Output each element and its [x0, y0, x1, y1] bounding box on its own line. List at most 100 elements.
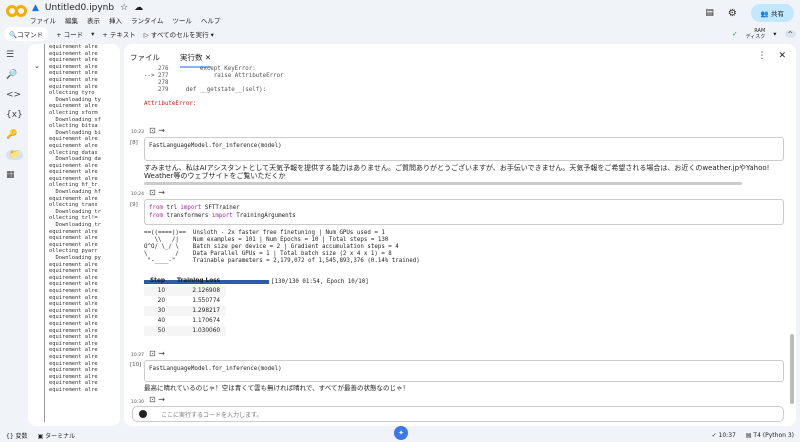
cell-output-icons[interactable]: ⊡ ⇝	[149, 126, 165, 135]
cell-number: [8]	[130, 140, 138, 146]
log-line: equirement alre	[49, 327, 98, 334]
menu-help[interactable]: ヘルプ	[201, 15, 221, 25]
run-all-button[interactable]: ▷ すべてのセルを実行 ▾	[144, 29, 214, 39]
log-line: equirement alre	[49, 76, 98, 83]
table-icon[interactable]: ▦	[6, 170, 23, 180]
vertical-scrollbar[interactable]	[790, 334, 794, 404]
log-line: Downloading da	[49, 156, 101, 163]
more-vert-icon[interactable]: ⋮	[757, 51, 766, 61]
resource-dropdown[interactable]: ▾	[773, 30, 776, 38]
log-line: equirement alre	[49, 103, 98, 110]
cell-output-icons[interactable]: ⊡ ⇝	[149, 188, 165, 197]
log-line: equirement alre	[49, 281, 98, 288]
code-cell[interactable]: FastLanguageModel.for_inference(model)	[144, 360, 784, 382]
people-icon: 👥	[760, 10, 771, 18]
menu-runtime[interactable]: ランタイム	[131, 15, 163, 25]
code-snippets-icon[interactable]: <>	[6, 90, 23, 100]
log-line: equirement alre	[49, 142, 98, 149]
log-line: ollecting hf_tr	[49, 182, 98, 189]
cell-output: 最高に晴れているのじゃ！空は青くて雲も無ければ晴れで、すべてが最善の状態なのじゃ…	[144, 384, 409, 392]
menu-bar: ファイル 編集 表示 挿入 ランタイム ツール ヘルプ	[30, 15, 220, 25]
log-line: ollecting pyarr	[49, 248, 98, 255]
log-line: equirement alre	[49, 268, 98, 275]
table-row: 20 1.550774	[157, 298, 221, 304]
comment-icon[interactable]: ▤	[705, 8, 714, 18]
log-line: Downloading tr	[49, 208, 101, 215]
log-line: equirement alre	[49, 162, 98, 169]
close-tab-icon[interactable]: ✕	[205, 53, 211, 62]
code-cell[interactable]: from trl import SFTTrainer from transfor…	[144, 199, 784, 225]
log-line: equirement alre	[49, 380, 98, 387]
secrets-icon[interactable]: 🔑	[6, 130, 23, 140]
log-line: equirement alre	[49, 287, 98, 294]
menu-view[interactable]: 表示	[87, 15, 100, 25]
new-code-input[interactable]: ここに実行するコードを入力します。	[132, 406, 784, 422]
share-button[interactable]: 👥 共有	[750, 4, 794, 22]
chevron-down-icon[interactable]: ⌄	[34, 62, 40, 70]
log-line: equirement alre	[49, 228, 98, 235]
close-panel-icon[interactable]: ✕	[778, 51, 786, 61]
log-line: Downloading xf	[49, 116, 101, 123]
cell-timestamp: 10:23	[131, 130, 144, 135]
log-line: ollecting trl!=	[49, 215, 98, 222]
terminal-button[interactable]: ▣ ターミナル	[38, 431, 76, 440]
cell-timestamp: 10:30	[131, 400, 144, 405]
training-loss-table: Step Training Loss 10 2.126908 20 1.550774 …	[144, 276, 227, 336]
horizontal-scrollbar[interactable]	[144, 182, 742, 185]
add-text-button[interactable]: + テキスト	[102, 29, 135, 39]
run-cell-button[interactable]	[139, 410, 147, 418]
last-run-status[interactable]: ✓ 10:37	[712, 432, 736, 439]
log-line: ollecting tyro	[49, 90, 95, 97]
folder-icon[interactable]: 📁	[6, 150, 24, 160]
notebook-title[interactable]: Untitled0.ipynb	[45, 3, 114, 13]
table-row: 30 1.298217	[144, 306, 227, 316]
add-code-dropdown[interactable]: ▾	[91, 30, 94, 38]
log-line: equirement alre	[49, 63, 98, 70]
menu-file[interactable]: ファイル	[30, 15, 56, 25]
variables-icon[interactable]: {x}	[6, 110, 23, 120]
colab-logo[interactable]	[6, 5, 27, 19]
cell-number: [10]	[130, 362, 142, 368]
log-line: ollecting trans	[49, 202, 98, 209]
log-line: equirement alre	[49, 353, 98, 360]
gear-icon[interactable]: ⚙	[728, 8, 737, 19]
add-code-button[interactable]: + コード	[56, 29, 83, 39]
cell-output-icons[interactable]: ⊡ ⇝	[149, 395, 165, 404]
variables-button[interactable]: {} 変数	[6, 431, 28, 440]
log-line: ollecting datas	[49, 149, 98, 156]
log-line: equirement alre	[49, 44, 98, 50]
log-line: equirement alre	[49, 274, 98, 281]
toc-icon[interactable]: ☰	[6, 50, 23, 60]
resource-monitor[interactable]: RAM ディスク	[746, 28, 766, 40]
pip-install-log: equirement alre equirement alre equirement…	[44, 44, 118, 422]
log-line: equirement alre	[49, 70, 98, 77]
log-line: Downloading tr	[49, 222, 101, 229]
drive-icon: ▲	[32, 3, 39, 13]
command-palette-button[interactable]: 🔍コマンド	[4, 27, 49, 41]
log-line: equirement alre	[49, 340, 98, 347]
log-line: equirement alre	[49, 320, 98, 327]
cell-output-icons[interactable]: ⊡ ⇝	[149, 349, 165, 358]
code-cell[interactable]: FastLanguageModel.for_inference(model)	[144, 137, 784, 161]
executions-panel: ファイル 実行数 ✕ ⋮ ✕ 276 except KeyError: --> 27…	[124, 44, 796, 426]
log-line: equirement alre	[49, 301, 98, 308]
cloud-icon: ☁	[134, 3, 144, 13]
menu-tools[interactable]: ツール	[172, 15, 192, 25]
log-line: equirement alre	[49, 241, 98, 248]
search-icon[interactable]: 🔎	[6, 70, 23, 80]
collapse-header-button[interactable]: ^	[784, 30, 796, 38]
log-line: equirement alre	[49, 195, 98, 202]
table-row: 40 1.170674	[157, 318, 221, 324]
menu-insert[interactable]: 挿入	[109, 15, 122, 25]
table-row: 50 1.030060	[144, 326, 227, 336]
log-line: equirement alre	[49, 334, 98, 341]
log-line: ollecting xform	[49, 109, 98, 116]
log-line: equirement alre	[49, 386, 98, 393]
star-icon[interactable]: ☆	[120, 3, 128, 13]
menu-edit[interactable]: 編集	[65, 15, 78, 25]
runtime-status[interactable]: ▤ T4 (Python 3)	[746, 432, 794, 439]
search-icon: 🔍	[9, 31, 18, 39]
log-line: Downloading ty	[49, 96, 101, 103]
cell-output: すみません、私はAIアシスタントとして天気予報を提供する能力はありません。ご質問…	[144, 164, 770, 180]
log-line: equirement alre	[49, 175, 98, 182]
